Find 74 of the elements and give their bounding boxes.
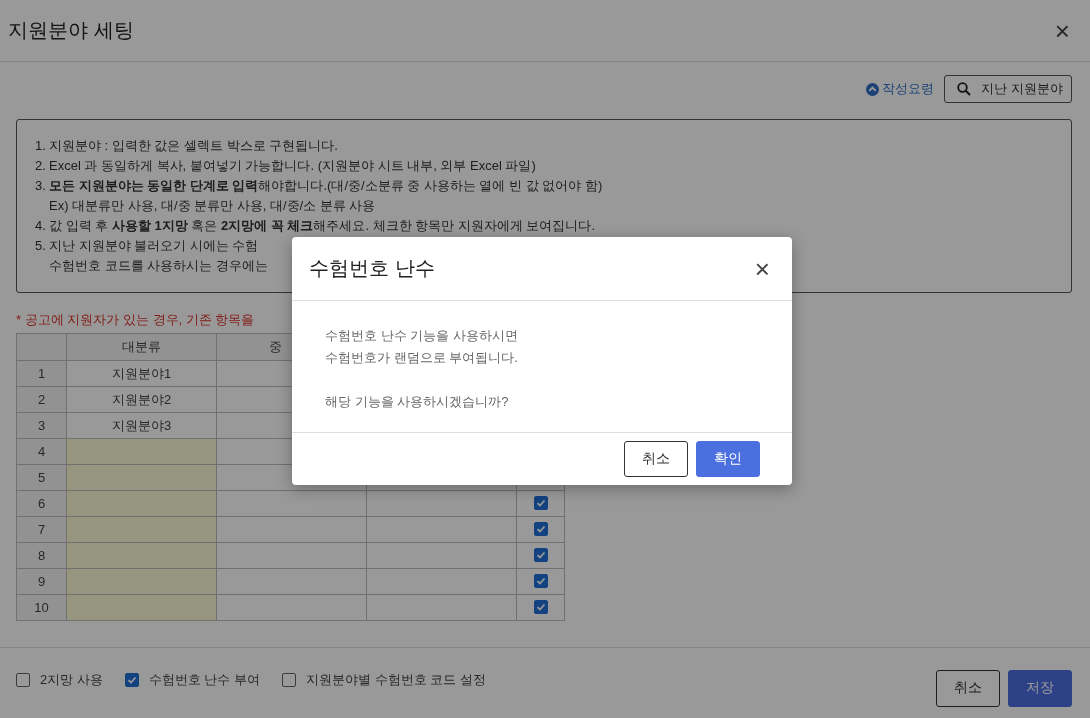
- table-cell[interactable]: [216, 490, 367, 517]
- row-number: 5: [16, 464, 67, 491]
- table-cell[interactable]: [366, 568, 517, 595]
- cancel-button[interactable]: 취소: [624, 441, 688, 477]
- list-number: 5.: [35, 237, 47, 255]
- list-number: 4.: [35, 217, 47, 235]
- checkbox[interactable]: [533, 600, 548, 614]
- table-cell[interactable]: [66, 490, 217, 517]
- instruction-text: 모든 지원분야는 동일한 단계로 입력해야합니다.(대/중/소분류 중 사용하는 열에 빈 값 없어야 함): [49, 177, 603, 195]
- column-header: [16, 333, 67, 361]
- history-button[interactable]: 지난 지원분야: [944, 75, 1072, 103]
- cancel-button[interactable]: 취소: [936, 669, 1000, 707]
- instruction-text: 값 입력 후 사용할 1지망 혹은 2지망에 꼭 체크해주세요. 체크한 항목만 지원자에게 보여집니다.: [49, 217, 596, 235]
- option-label: 수험번호 난수 부여: [148, 671, 261, 689]
- table-cell[interactable]: [66, 516, 217, 543]
- checkbox[interactable]: [16, 673, 30, 687]
- search-icon: [957, 82, 972, 96]
- checkbox[interactable]: [533, 522, 548, 536]
- close-button[interactable]: ×: [750, 255, 774, 282]
- checkbox[interactable]: [124, 673, 139, 687]
- table-cell[interactable]: [366, 490, 517, 517]
- table-cell[interactable]: [366, 516, 517, 543]
- column-header: 대분류: [66, 333, 217, 361]
- table-cell[interactable]: [216, 568, 367, 595]
- instruction-text: 지원분야 : 입력한 값은 셀렉트 박스로 구현됩니다.: [49, 137, 338, 155]
- table-cell[interactable]: [216, 594, 367, 621]
- row-number: 8: [16, 542, 67, 569]
- check-icon: [535, 524, 546, 534]
- check-icon: [535, 602, 546, 612]
- instruction-text: 지난 지원분야 불러오기 시에는 수험: [49, 237, 259, 255]
- check-icon: [126, 675, 137, 685]
- checkbox[interactable]: [533, 496, 548, 510]
- confirm-button[interactable]: 확인: [696, 441, 760, 477]
- table-cell[interactable]: 지원분야2: [66, 386, 217, 413]
- list-number: 3.: [35, 177, 47, 195]
- dialog-message: 해당 기능을 사용하시겠습니까?: [325, 393, 510, 411]
- warning-text: * 공고에 지원자가 있는 경우, 기존 항목을: [16, 311, 255, 329]
- instruction-text: Excel 과 동일하게 복사, 붙여넣기 가능합니다. (지원분야 시트 내부, 외부 Excel 파일): [49, 157, 536, 175]
- option-label: 2지망 사용: [40, 671, 103, 689]
- row-number: 7: [16, 516, 67, 543]
- table-cell[interactable]: [216, 542, 367, 569]
- table-cell[interactable]: [66, 594, 217, 621]
- row-number: 6: [16, 490, 67, 517]
- row-number: 3: [16, 412, 67, 439]
- check-icon: [535, 576, 546, 586]
- row-number: 1: [16, 360, 67, 387]
- checkbox[interactable]: [533, 548, 548, 562]
- table-cell[interactable]: [66, 438, 217, 465]
- table-cell[interactable]: [216, 516, 367, 543]
- table-cell[interactable]: [366, 542, 517, 569]
- table-cell[interactable]: [66, 464, 217, 491]
- close-button[interactable]: ×: [1050, 17, 1074, 44]
- check-icon: [535, 550, 546, 560]
- option-label: 지원분야별 수험번호 코드 설정: [306, 671, 486, 689]
- instruction-text: 수험번호 코드를 사용하시는 경우에는: [49, 257, 268, 275]
- table-cell[interactable]: [66, 542, 217, 569]
- check-icon: [535, 498, 546, 508]
- instruction-text: Ex) 대분류만 사용, 대/중 분류만 사용, 대/중/소 분류 사용: [49, 197, 376, 215]
- table-cell[interactable]: 지원분야1: [66, 360, 217, 387]
- table-cell[interactable]: [66, 568, 217, 595]
- guide-link[interactable]: 작성요령: [866, 80, 935, 98]
- list-number: 2.: [35, 157, 47, 175]
- dialog-title: 수험번호 난수: [309, 256, 435, 281]
- table-cell[interactable]: 지원분야3: [66, 412, 217, 439]
- list-number: 1.: [35, 137, 47, 155]
- checkbox[interactable]: [533, 574, 548, 588]
- table-cell[interactable]: [366, 594, 517, 621]
- save-button[interactable]: 저장: [1008, 669, 1072, 707]
- window-title: 지원분야 세팅: [8, 18, 134, 43]
- row-number: 9: [16, 568, 67, 595]
- row-number: 2: [16, 386, 67, 413]
- checkbox[interactable]: [282, 673, 297, 687]
- row-number: 10: [16, 594, 67, 621]
- row-number: 4: [16, 438, 67, 465]
